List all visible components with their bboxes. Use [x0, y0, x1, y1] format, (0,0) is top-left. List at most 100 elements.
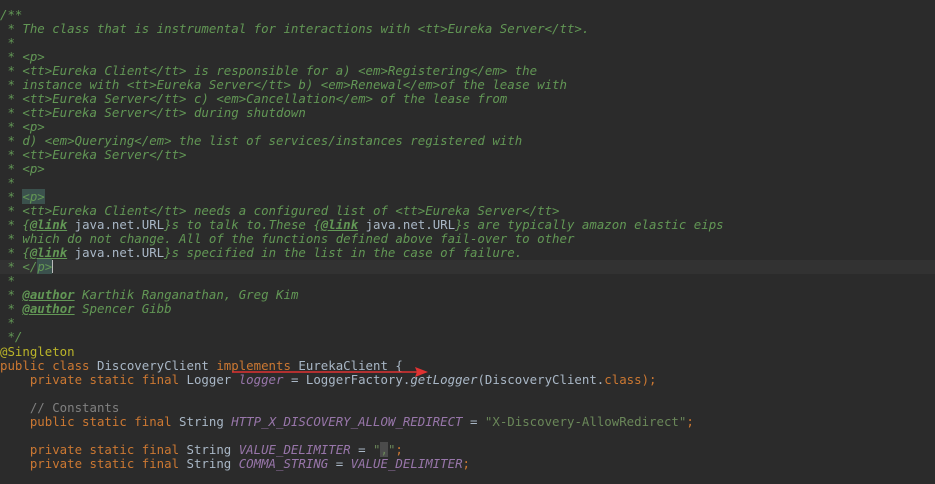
javadoc-author-tag: @author — [22, 301, 75, 316]
code-line-14: * <p> — [0, 189, 45, 204]
doc-comment-text: * instance with <tt>Eureka Server</tt> b… — [0, 77, 567, 92]
doc-comment-text: * { — [0, 245, 30, 260]
code-line-22: * @author Spencer Gibb — [0, 301, 172, 316]
line-comment: // Constants — [0, 400, 120, 415]
doc-comment-text: * — [0, 189, 23, 204]
method-call[interactable]: getLogger — [410, 372, 477, 387]
keyword: public class — [0, 358, 97, 373]
javadoc-link-ref[interactable]: java.net.URL — [67, 245, 165, 260]
doc-comment-text: * The class that is instrumental for int… — [0, 21, 590, 36]
doc-comment-text: * — [0, 287, 23, 302]
code-line-26: public class DiscoveryClient implements … — [0, 359, 403, 373]
code-text: (DiscoveryClient. — [477, 372, 605, 387]
doc-comment-text: Karthik Ranganathan, Greg Kim — [74, 287, 299, 302]
code-text: = LoggerFactory. — [283, 372, 411, 387]
code-line-29: // Constants — [0, 400, 120, 415]
doc-comment-text: }s specified in the list in the case of … — [164, 245, 523, 260]
code-line-17: * which do not change. All of the functi… — [0, 232, 574, 246]
code-line-23: * — [0, 315, 15, 330]
code-line-24: */ — [0, 330, 22, 344]
code-line-11: * <tt>Eureka Server</tt> — [0, 147, 187, 162]
doc-comment-text: Spencer Gibb — [74, 301, 172, 316]
doc-comment-text: * <p> — [0, 119, 45, 134]
code-line-13: * — [0, 176, 14, 190]
interface-name[interactable]: EurekaClient { — [298, 358, 402, 373]
code-line-10: * d) <em>Querying</em> the list of servi… — [0, 134, 522, 148]
code-line-20: * — [0, 273, 15, 288]
doc-comment-text: * <p> — [0, 49, 45, 64]
code-line-19-current[interactable]: * </p> — [0, 259, 935, 274]
keyword: private static final — [0, 442, 187, 457]
doc-comment-text: * <tt>Eureka Server</tt> — [0, 147, 187, 162]
keyword: private static final — [0, 372, 187, 387]
javadoc-link-tag[interactable]: @link — [30, 245, 67, 260]
punctuation: ; — [462, 456, 471, 471]
type-name[interactable]: String — [187, 442, 239, 457]
code-text: = — [462, 414, 485, 429]
doc-comment-text: * — [0, 301, 23, 316]
class-name[interactable]: DiscoveryClient — [97, 358, 216, 373]
code-line-4: * <p> — [0, 49, 45, 64]
keyword: private static final — [0, 456, 187, 471]
javadoc-link-ref[interactable]: java.net.URL — [358, 217, 456, 232]
doc-comment-text: * which do not change. All of the functi… — [0, 231, 575, 246]
punctuation: ; — [686, 414, 694, 429]
doc-comment-text: }s are typically amazon elastic eips — [455, 217, 724, 232]
constant-name[interactable]: COMMA_STRING — [239, 456, 329, 471]
code-line-21: * @author Karthik Ranganathan, Greg Kim — [0, 288, 298, 302]
doc-comment-text: /** — [0, 7, 23, 22]
code-line-9: * <p> — [0, 119, 45, 134]
doc-comment-text: * — [0, 273, 15, 288]
javadoc-link-ref[interactable]: java.net.URL — [67, 217, 165, 232]
code-line-7: * <tt>Eureka Server</tt> c) <em>Cancella… — [0, 92, 507, 106]
keyword: public static final — [0, 414, 180, 429]
code-line-33: private static final String COMMA_STRING… — [0, 457, 470, 471]
code-text: = — [328, 456, 351, 471]
doc-comment-text: }s to talk to.These { — [164, 217, 321, 232]
text-caret — [52, 260, 54, 273]
matched-tag-highlight: p> — [37, 259, 53, 274]
javadoc-author-tag: @author — [22, 287, 75, 302]
doc-comment-text: * { — [0, 217, 30, 232]
code-line-30: public static final String HTTP_X_DISCOV… — [0, 415, 694, 429]
code-line-1: /** — [0, 8, 22, 22]
doc-comment-text: * <tt>Eureka Server</tt> during shutdown — [0, 105, 306, 120]
code-line-27: private static final Logger logger = Log… — [0, 373, 657, 387]
code-line-3: * — [0, 35, 15, 50]
doc-comment-text: * </ — [0, 259, 38, 274]
matched-tag-highlight: <p> — [22, 189, 45, 204]
code-line-6: * instance with <tt>Eureka Server</tt> b… — [0, 78, 567, 92]
doc-comment-text: * d) <em>Querying</em> the list of servi… — [0, 133, 523, 148]
javadoc-link-tag[interactable]: @link — [321, 217, 358, 232]
punctuation: ); — [641, 372, 657, 387]
code-line-25: @Singleton — [0, 345, 75, 359]
constant-name[interactable]: HTTP_X_DISCOVERY_ALLOW_REDIRECT — [231, 414, 462, 429]
doc-comment-text: * — [0, 315, 15, 330]
string-literal: , — [380, 442, 388, 457]
doc-comment-text: * — [0, 35, 15, 50]
code-line-18: * {@link java.net.URL}s specified in the… — [0, 246, 522, 260]
type-name[interactable]: String — [187, 456, 239, 471]
doc-comment-text: * <tt>Eureka Server</tt> c) <em>Cancella… — [0, 91, 508, 106]
code-line-32: private static final String VALUE_DELIMI… — [0, 442, 403, 457]
javadoc-link-tag[interactable]: @link — [30, 217, 67, 232]
code-editor[interactable]: /** * The class that is instrumental for… — [0, 0, 935, 484]
annotation[interactable]: @Singleton — [0, 344, 75, 359]
doc-comment-text: * <p> — [0, 161, 45, 176]
type-name[interactable]: String — [179, 414, 231, 429]
code-line-2: * The class that is instrumental for int… — [0, 22, 589, 36]
type-name[interactable]: Logger — [187, 372, 239, 387]
doc-comment-text: * <tt>Eureka Client</tt> needs a configu… — [0, 203, 560, 218]
code-line-12: * <p> — [0, 161, 45, 176]
doc-comment-text: */ — [0, 329, 23, 344]
code-line-15: * <tt>Eureka Client</tt> needs a configu… — [0, 203, 560, 218]
doc-comment-text: * <tt>Eureka Client</tt> is responsible … — [0, 63, 538, 78]
field-name[interactable]: logger — [239, 372, 284, 387]
code-line-8: * <tt>Eureka Server</tt> during shutdown — [0, 105, 306, 120]
string-literal: "X-Discovery-AllowRedirect" — [484, 414, 687, 429]
code-line-16: * {@link java.net.URL}s to talk to.These… — [0, 217, 724, 232]
constant-name[interactable]: VALUE_DELIMITER — [239, 442, 351, 457]
punctuation: ; — [395, 442, 403, 457]
constant-reference[interactable]: VALUE_DELIMITER — [351, 456, 463, 471]
keyword: class — [604, 372, 642, 387]
